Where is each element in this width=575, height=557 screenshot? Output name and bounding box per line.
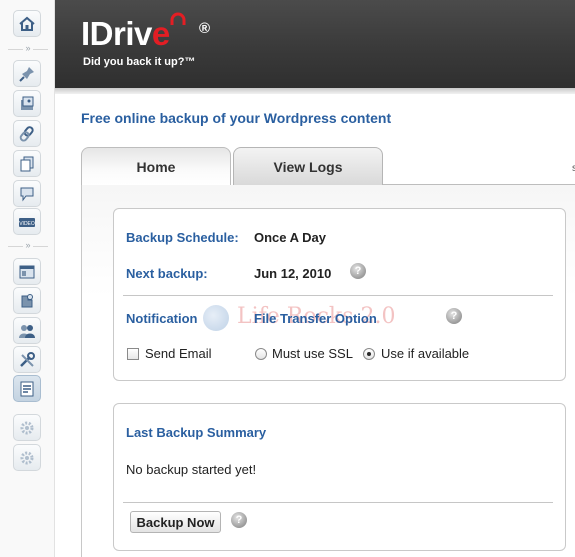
svg-text:VIDEO: VIDEO	[19, 221, 35, 227]
sidebar-separator[interactable]: »	[8, 42, 48, 55]
help-icon[interactable]: ?	[350, 263, 366, 279]
must-use-ssl-radio[interactable]	[255, 348, 267, 360]
lock-icon	[170, 12, 186, 25]
watermark-logo-icon	[203, 305, 229, 331]
must-use-ssl-label: Must use SSL	[272, 346, 353, 361]
admin-sidebar: » VIDEO »	[0, 0, 55, 557]
tools-icon[interactable]	[13, 346, 41, 373]
file-transfer-option-label: File Transfer Option	[254, 311, 377, 326]
link-icon[interactable]	[13, 120, 41, 147]
divider	[123, 295, 553, 296]
send-email-label: Send Email	[145, 346, 212, 361]
next-backup-label: Next backup:	[126, 266, 208, 281]
users-icon[interactable]	[13, 317, 41, 344]
divider	[123, 502, 553, 503]
page-title: Free online backup of your Wordpress con…	[81, 110, 392, 126]
video-icon[interactable]: VIDEO	[13, 208, 41, 235]
sidebar-separator[interactable]: »	[8, 239, 48, 252]
tagline: Did you back it up?™	[83, 56, 196, 68]
idrive-logo: IDrive	[81, 15, 170, 52]
use-if-available-label: Use if available	[381, 346, 470, 361]
send-email-checkbox[interactable]	[127, 348, 139, 360]
pin-icon[interactable]	[13, 60, 41, 87]
backup-schedule-value: Once A Day	[254, 230, 327, 245]
last-backup-summary-title: Last Backup Summary	[126, 425, 267, 440]
gear-icon[interactable]	[13, 414, 41, 441]
media-icon[interactable]	[13, 90, 41, 117]
backup-now-button[interactable]: Backup Now	[130, 511, 221, 533]
dashboard-icon[interactable]	[13, 10, 41, 37]
idrive-header: IDrive ® Did you back it up?™	[55, 0, 575, 88]
next-backup-value: Jun 12, 2010	[254, 266, 332, 281]
help-icon[interactable]: ?	[231, 512, 247, 528]
backup-schedule-label: Backup Schedule:	[126, 230, 239, 245]
settings-icon[interactable]	[13, 375, 41, 402]
use-if-available-radio[interactable]	[363, 348, 375, 360]
pages-icon[interactable]	[13, 150, 41, 177]
notification-label: Notification	[126, 311, 198, 326]
appearance-icon[interactable]	[13, 258, 41, 285]
gear-icon[interactable]	[13, 444, 41, 471]
registered-mark: ®	[199, 20, 211, 37]
help-icon[interactable]: ?	[446, 308, 462, 324]
tab-home[interactable]: Home	[81, 147, 231, 185]
header-divider	[55, 88, 575, 94]
tab-view-logs[interactable]: View Logs	[233, 147, 383, 185]
comments-icon[interactable]	[13, 180, 41, 207]
plugins-icon[interactable]	[13, 287, 41, 314]
backup-status-text: No backup started yet!	[126, 462, 257, 477]
